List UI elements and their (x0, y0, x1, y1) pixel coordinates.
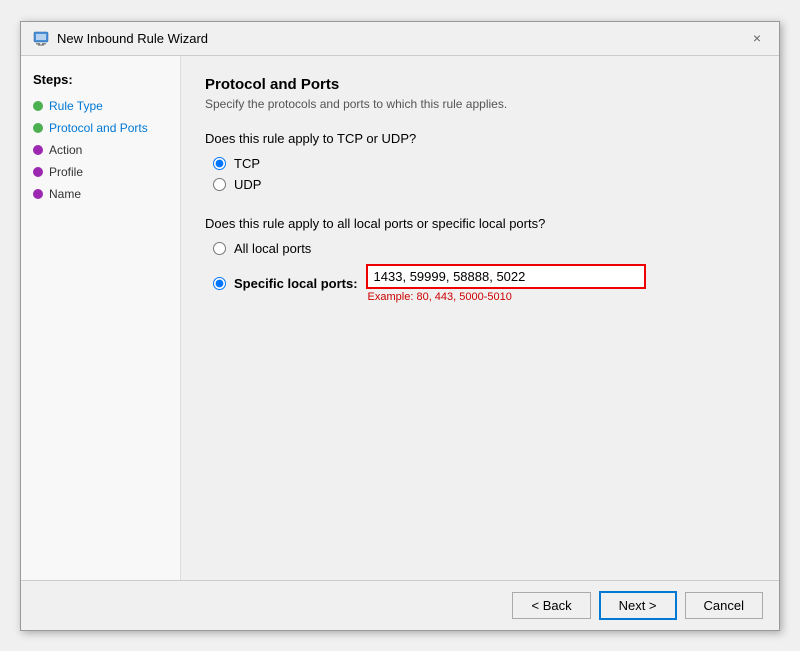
specific-ports-row: Specific local ports: Example: 80, 443, … (213, 264, 755, 303)
step-indicator-protocol-ports (33, 123, 43, 133)
sidebar-item-action[interactable]: Action (21, 139, 180, 161)
page-subtitle: Specify the protocols and ports to which… (205, 97, 755, 111)
sidebar-label-action: Action (49, 143, 82, 157)
sidebar-item-rule-type[interactable]: Rule Type (21, 95, 180, 117)
sidebar-item-name[interactable]: Name (21, 183, 180, 205)
step-indicator-name (33, 189, 43, 199)
udp-option[interactable]: UDP (213, 177, 755, 192)
sidebar-label-name: Name (49, 187, 81, 201)
step-indicator-action (33, 145, 43, 155)
ports-question: Does this rule apply to all local ports … (205, 216, 755, 231)
sidebar-item-profile[interactable]: Profile (21, 161, 180, 183)
sidebar-label-rule-type: Rule Type (49, 99, 103, 113)
cancel-button[interactable]: Cancel (685, 592, 763, 619)
titlebar-title: New Inbound Rule Wizard (57, 31, 208, 46)
tcp-option[interactable]: TCP (213, 156, 755, 171)
ports-input-wrapper: Example: 80, 443, 5000-5010 (366, 264, 646, 303)
titlebar: New Inbound Rule Wizard × (21, 22, 779, 56)
ports-example: Example: 80, 443, 5000-5010 (366, 291, 646, 303)
close-button[interactable]: × (747, 28, 767, 48)
titlebar-left: New Inbound Rule Wizard (33, 30, 208, 46)
ports-input[interactable] (366, 264, 646, 289)
page-title: Protocol and Ports (205, 76, 755, 93)
main-panel: Protocol and Ports Specify the protocols… (181, 56, 779, 580)
back-button[interactable]: < Back (512, 592, 590, 619)
specific-ports-radio[interactable] (213, 277, 226, 290)
udp-label: UDP (234, 177, 261, 192)
all-local-ports-option[interactable]: All local ports (213, 241, 755, 256)
specific-ports-option[interactable]: Specific local ports: (213, 276, 358, 291)
sidebar-label-profile: Profile (49, 165, 83, 179)
udp-radio[interactable] (213, 178, 226, 191)
sidebar-header: Steps: (21, 68, 180, 95)
next-button[interactable]: Next > (599, 591, 677, 620)
step-indicator-profile (33, 167, 43, 177)
wizard-icon (33, 30, 49, 46)
sidebar: Steps: Rule Type Protocol and Ports Acti… (21, 56, 181, 580)
all-local-label: All local ports (234, 241, 311, 256)
protocol-radio-group: TCP UDP (205, 156, 755, 192)
specific-ports-label: Specific local ports: (234, 276, 358, 291)
sidebar-label-protocol-ports: Protocol and Ports (49, 121, 148, 135)
ports-radio-group: All local ports Specific local ports: Ex… (205, 241, 755, 303)
content-area: Steps: Rule Type Protocol and Ports Acti… (21, 56, 779, 580)
all-local-radio[interactable] (213, 242, 226, 255)
dialog-window: New Inbound Rule Wizard × Steps: Rule Ty… (20, 21, 780, 631)
protocol-question: Does this rule apply to TCP or UDP? (205, 131, 755, 146)
sidebar-item-protocol-ports[interactable]: Protocol and Ports (21, 117, 180, 139)
tcp-label: TCP (234, 156, 260, 171)
footer: < Back Next > Cancel (21, 580, 779, 630)
tcp-radio[interactable] (213, 157, 226, 170)
ports-section: Does this rule apply to all local ports … (205, 216, 755, 303)
step-indicator-rule-type (33, 101, 43, 111)
